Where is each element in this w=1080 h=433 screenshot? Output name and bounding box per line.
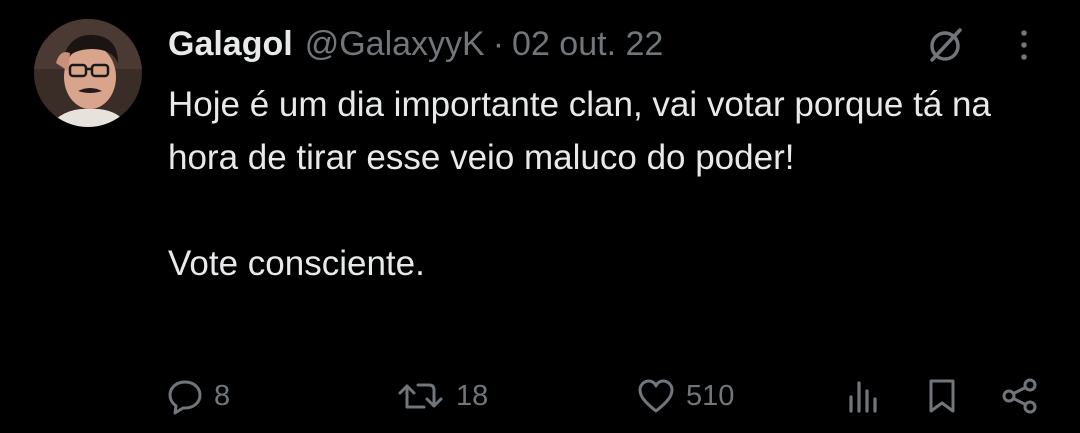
tweet-paragraph: Hoje é um dia importante clan, vai votar… <box>168 85 991 177</box>
grok-button[interactable] <box>922 22 968 68</box>
more-options-button[interactable] <box>1004 22 1044 68</box>
like-button[interactable]: 510 <box>636 372 734 420</box>
bookmark-icon <box>924 377 960 415</box>
author-display-name[interactable]: Galagol <box>168 25 293 64</box>
share-icon <box>1000 377 1040 415</box>
retweet-icon <box>396 377 446 415</box>
views-chart-icon <box>846 377 882 415</box>
tweet-text: Hoje é um dia importante clan, vai votar… <box>168 78 1048 290</box>
more-vertical-icon <box>1019 28 1029 62</box>
tweet-header: Galagol @GalaxyyK · 02 out. 22 <box>168 22 663 66</box>
views-button[interactable] <box>846 372 882 420</box>
like-count: 510 <box>686 379 735 412</box>
reply-icon <box>166 377 204 415</box>
separator-dot: · <box>492 24 505 63</box>
tweet-actions: 8 18 510 <box>0 372 1080 420</box>
tweet[interactable]: Galagol @GalaxyyK · 02 out. 22 Hoje é um… <box>0 0 1080 433</box>
author-handle[interactable]: @GalaxyyK <box>305 25 485 64</box>
tweet-date[interactable]: 02 out. 22 <box>512 25 663 64</box>
tweet-paragraph: Vote consciente. <box>168 244 425 283</box>
reply-count: 8 <box>214 379 231 412</box>
retweet-count: 18 <box>456 379 489 412</box>
retweet-button[interactable]: 18 <box>396 372 488 420</box>
grok-icon <box>924 24 966 66</box>
reply-button[interactable]: 8 <box>166 372 230 420</box>
avatar[interactable] <box>34 19 142 127</box>
bookmark-button[interactable] <box>924 372 960 420</box>
heart-icon <box>636 377 676 415</box>
share-button[interactable] <box>1000 372 1040 420</box>
